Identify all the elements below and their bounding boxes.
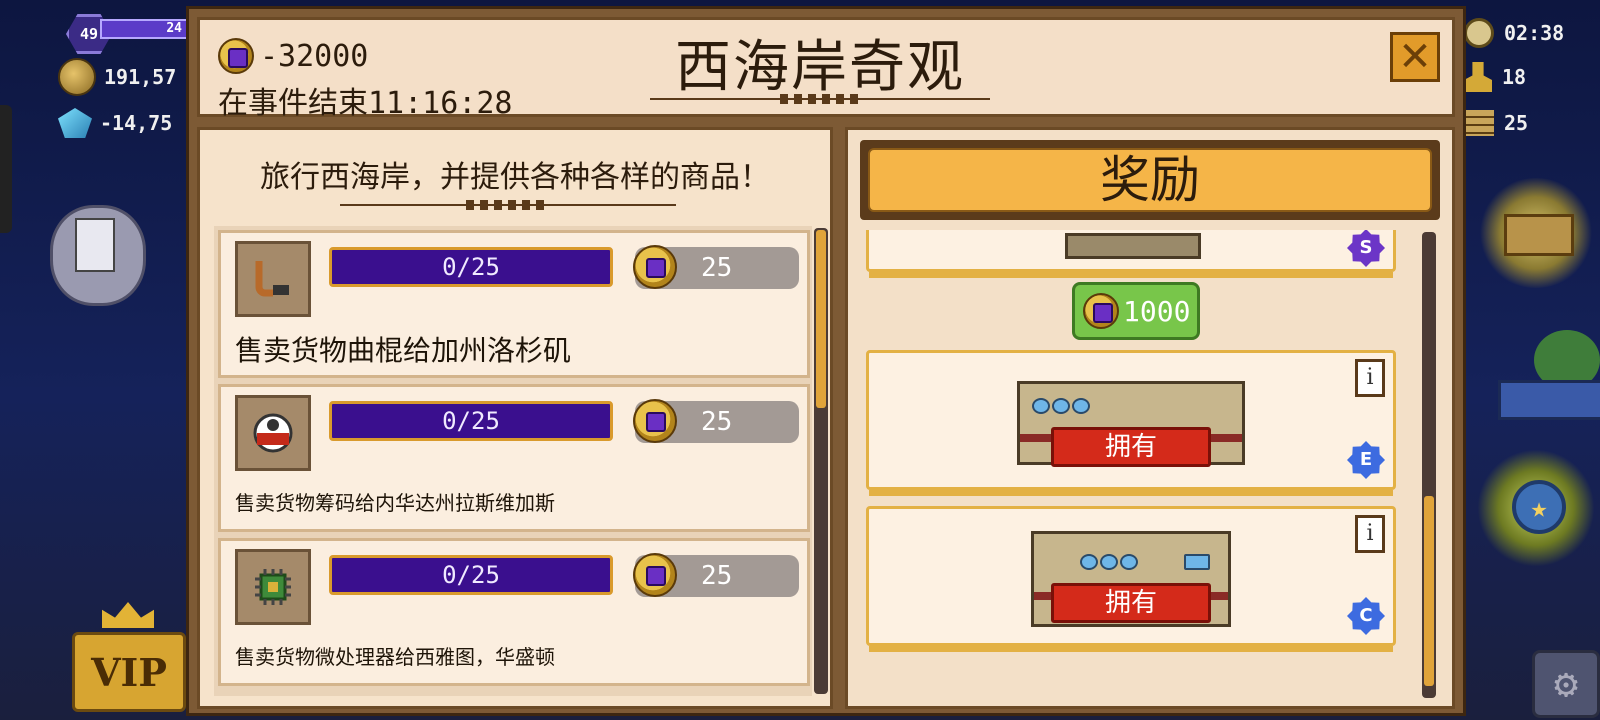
task-item: 0/25 25 售卖货物微处理器给西雅图，华盛顿 xyxy=(218,538,810,686)
diamond-icon xyxy=(58,108,92,138)
reward-card-e[interactable]: i 拥有 E xyxy=(866,350,1396,496)
task-reward-amount: 25 xyxy=(701,253,733,283)
rank-badge-c: C xyxy=(1347,597,1385,635)
purple-gem-coin-icon xyxy=(218,38,254,74)
document-icon xyxy=(75,218,115,272)
train-window xyxy=(1184,554,1210,570)
event-cost-value: -32000 xyxy=(260,38,369,74)
owned-label: 拥有 xyxy=(1051,427,1211,467)
close-icon: ✕ xyxy=(1398,34,1432,80)
task-item: 0/25 25 售卖货物筹码给内华达州拉斯维加斯 xyxy=(218,384,810,532)
reward-header: 奖励 xyxy=(860,140,1440,220)
rank-badge-e: E xyxy=(1347,441,1385,479)
reward-card-s[interactable]: S xyxy=(866,230,1396,278)
task-scrollbar[interactable] xyxy=(814,228,828,694)
poker-chips-icon xyxy=(235,395,311,471)
purple-gem-coin-icon xyxy=(1083,293,1119,329)
left-edge-handle xyxy=(0,105,12,233)
reward-scrollbar-thumb[interactable] xyxy=(1424,496,1434,686)
task-scrollbar-thumb[interactable] xyxy=(816,230,826,408)
train-window xyxy=(1080,554,1098,570)
event-dialog: -32000 在事件结束 11:16:28 西海岸奇观 ✕ 旅行西海岸，并提供各… xyxy=(186,6,1466,716)
train-icon xyxy=(1504,214,1574,256)
settings-button[interactable]: ⚙ xyxy=(1532,650,1600,718)
vip-button[interactable]: VIP xyxy=(72,632,186,712)
person-icon xyxy=(1464,62,1492,92)
reward-list[interactable]: S 1000 i 拥有 E i 拥有 C xyxy=(860,230,1420,700)
countdown-label: 在事件结束 xyxy=(218,86,368,121)
purple-gem-coin-icon xyxy=(633,399,677,443)
owned-label: 拥有 xyxy=(1051,583,1211,623)
train-window xyxy=(1032,398,1050,414)
reward-card-c[interactable]: i 拥有 C xyxy=(866,506,1396,652)
task-description: 售卖货物筹码给内华达州拉斯维加斯 xyxy=(235,491,555,515)
clock-display: 02:38 xyxy=(1464,18,1564,48)
reward-panel: 奖励 S 1000 i 拥有 E i 拥有 C xyxy=(845,127,1455,709)
chat-button[interactable] xyxy=(50,205,146,306)
task-panel: 旅行西海岸，并提供各种各样的商品！ 0/25 25 售卖货物曲棍给加州洛杉矶 0… xyxy=(197,127,833,709)
title-divider xyxy=(650,94,990,104)
gem-reward-amount: 1000 xyxy=(1123,295,1191,328)
event-cost: -32000 xyxy=(218,38,368,74)
event-countdown: 在事件结束 11:16:28 xyxy=(218,78,513,122)
star-medal-icon: ★ xyxy=(1512,480,1566,534)
stack-icon xyxy=(1464,110,1494,136)
task-description: 售卖货物微处理器给西雅图，华盛顿 xyxy=(235,645,555,669)
gem-reward-1000: 1000 xyxy=(1072,282,1200,340)
info-icon[interactable]: i xyxy=(1355,359,1385,397)
train-window xyxy=(1120,554,1138,570)
train-window xyxy=(1072,398,1090,414)
task-reward: 25 xyxy=(633,399,799,443)
gem-counter: -14,75 xyxy=(58,108,172,138)
item-count: 25 xyxy=(1504,111,1529,135)
crank-icon xyxy=(235,241,311,317)
reward-scrollbar[interactable] xyxy=(1422,232,1436,698)
tagline-divider xyxy=(340,200,676,210)
achievements-button[interactable]: ★ xyxy=(1478,448,1594,568)
background-train xyxy=(1498,380,1600,420)
dialog-title: 西海岸奇观 xyxy=(675,35,965,100)
purple-gem-coin-icon xyxy=(633,245,677,289)
item-counter: 25 xyxy=(1464,110,1528,136)
microprocessor-icon xyxy=(235,549,311,625)
task-reward-amount: 25 xyxy=(701,561,733,591)
task-description: 售卖货物曲棍给加州洛杉矶 xyxy=(235,334,572,367)
coin-counter: 191,57 xyxy=(58,58,176,96)
task-item: 0/25 25 售卖货物曲棍给加州洛杉矶 xyxy=(218,230,810,378)
task-progress-bar: 0/25 xyxy=(329,247,613,287)
xp-bar: 24 xyxy=(100,19,190,39)
gear-icon: ⚙ xyxy=(1553,661,1579,707)
clock-time: 02:38 xyxy=(1504,21,1565,45)
event-tagline: 旅行西海岸，并提供各种各样的商品！ xyxy=(260,160,770,195)
purple-gem-coin-icon xyxy=(633,553,677,597)
clock-icon xyxy=(1464,18,1494,48)
train-image xyxy=(1065,233,1201,259)
info-icon[interactable]: i xyxy=(1355,515,1385,553)
task-progress-bar: 0/25 xyxy=(329,555,613,595)
close-button[interactable]: ✕ xyxy=(1390,32,1440,82)
rank-badge-s: S xyxy=(1347,230,1385,267)
task-list[interactable]: 0/25 25 售卖货物曲棍给加州洛杉矶 0/25 25 售卖货物筹码给内华达州… xyxy=(214,226,812,696)
countdown-time: 11:16:28 xyxy=(368,86,513,121)
train-shop-button[interactable] xyxy=(1478,178,1594,288)
coin-icon xyxy=(58,58,96,96)
worker-count: 18 xyxy=(1502,65,1527,89)
reward-header-title: 奖励 xyxy=(868,148,1432,212)
crown-icon xyxy=(102,602,154,628)
worker-counter: 18 xyxy=(1464,62,1526,92)
gem-amount: -14,75 xyxy=(100,111,173,135)
task-reward-amount: 25 xyxy=(701,407,733,437)
train-window xyxy=(1100,554,1118,570)
task-reward: 25 xyxy=(633,553,799,597)
dialog-header: -32000 在事件结束 11:16:28 西海岸奇观 ✕ xyxy=(197,17,1455,121)
task-reward: 25 xyxy=(633,245,799,289)
train-window xyxy=(1052,398,1070,414)
task-progress-bar: 0/25 xyxy=(329,401,613,441)
coin-amount: 191,57 xyxy=(104,65,177,89)
